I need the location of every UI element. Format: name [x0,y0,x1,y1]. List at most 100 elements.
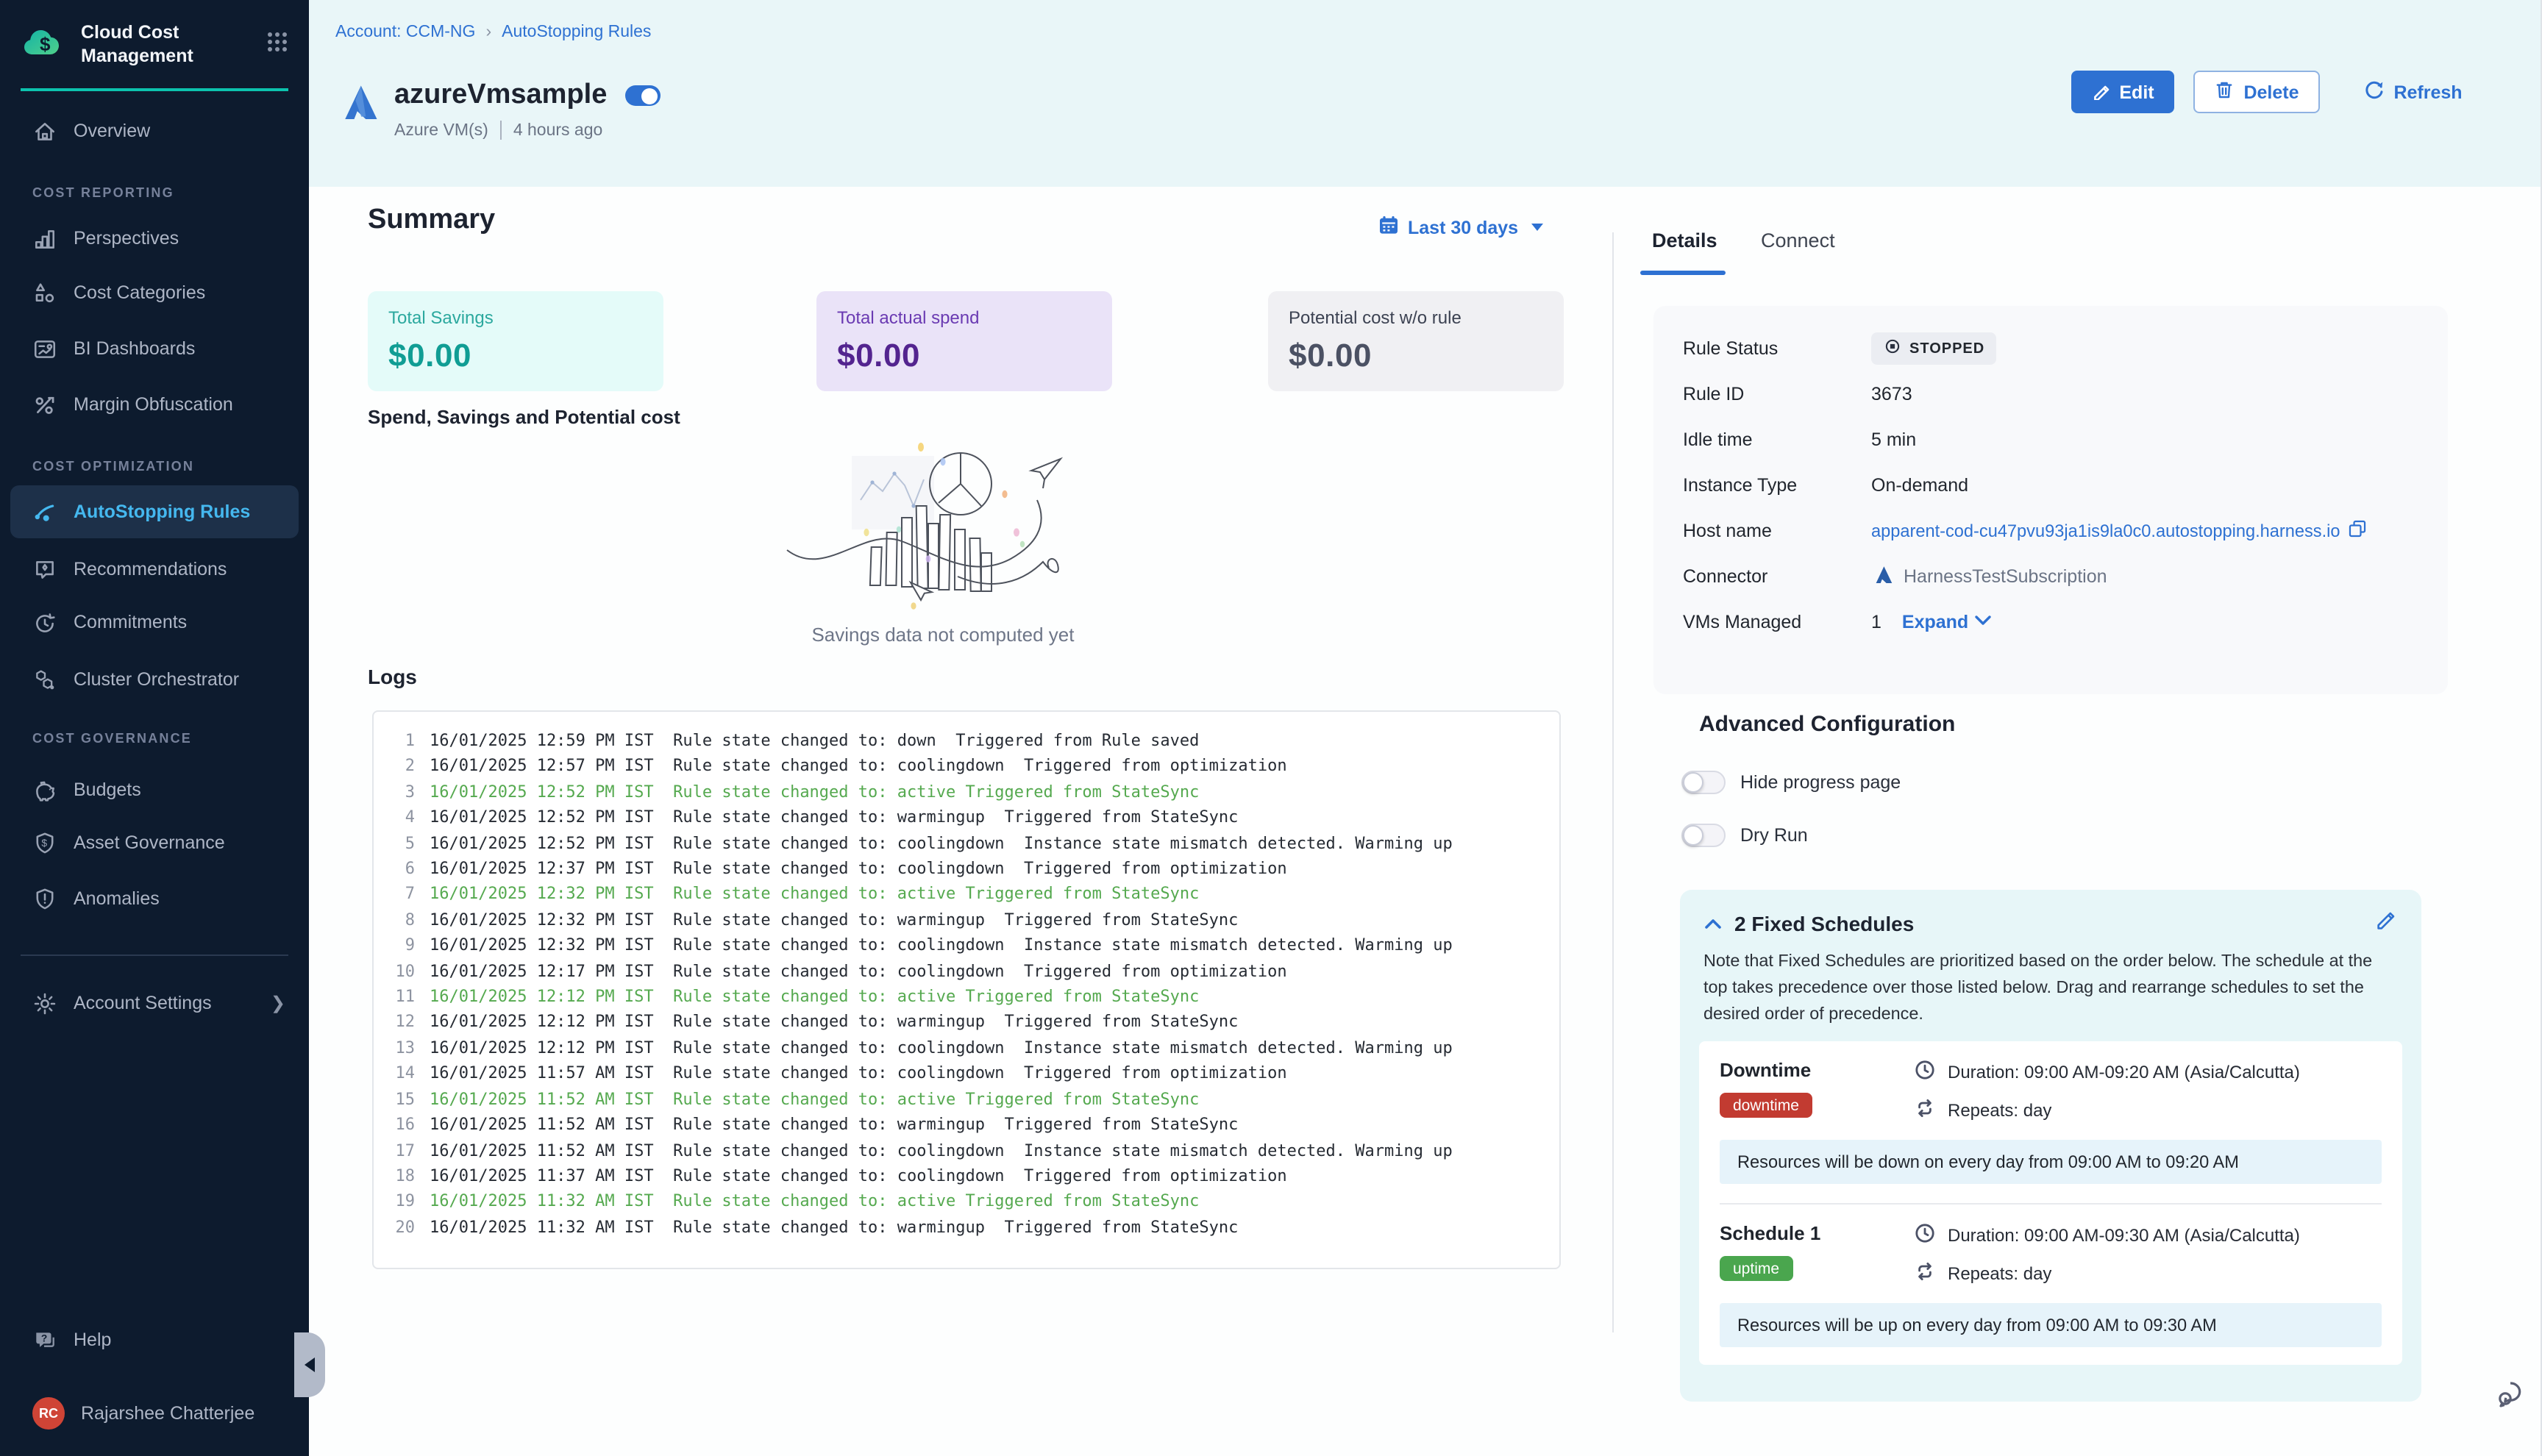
chevron-up-icon[interactable] [1703,912,1723,935]
edit-button[interactable]: Edit [2071,71,2174,113]
log-line: 1616/01/2025 11:52 AM IST Rule state cha… [388,1112,1551,1138]
cluster-icon [32,667,57,692]
chat-support-icon[interactable] [2495,1377,2530,1419]
sidebar-item-label: Perspectives [74,228,179,249]
sidebar-item-account-settings[interactable]: Account Settings ❯ [0,977,309,1029]
svg-text:$: $ [41,836,47,848]
shield-alert-icon [32,886,57,911]
card-label: Potential cost w/o rule [1289,307,1543,328]
idle-time-value: 5 min [1871,429,1916,450]
date-range-picker[interactable]: Last 30 days [1378,215,1543,240]
sidebar-collapse-button[interactable] [294,1332,325,1397]
breadcrumb-separator: › [485,24,491,41]
vms-managed-label: VMs Managed [1683,612,1871,632]
log-line: 2016/01/2025 11:32 AM IST Rule state cha… [388,1214,1551,1240]
home-icon [32,118,57,143]
sidebar-item-budgets[interactable]: Budgets [0,763,309,816]
rule-id-label: Rule ID [1683,384,1871,404]
sidebar-item-recommendations[interactable]: Recommendations [0,543,309,596]
sidebar-item-bi-dashboards[interactable]: BI Dashboards [0,322,309,375]
delete-button[interactable]: Delete [2193,71,2320,113]
clock-icon [1914,1223,1936,1249]
dry-run-toggle[interactable] [1681,824,1726,847]
schedule-item-uptime[interactable]: Schedule 1 uptime Duration: 09:00 AM-09:… [1720,1223,2382,1288]
repeat-icon [1914,1261,1936,1288]
uptime-badge: uptime [1720,1257,1792,1282]
app-title: Cloud Cost Management [81,23,253,69]
log-line: 1516/01/2025 11:52 AM IST Rule state cha… [388,1086,1551,1112]
hide-progress-toggle[interactable] [1681,771,1726,794]
card-label: Total actual spend [837,307,1092,328]
sidebar-item-perspectives[interactable]: Perspectives [0,212,309,265]
log-line: 1916/01/2025 11:32 AM IST Rule state cha… [388,1189,1551,1215]
help-chat-icon: ? [32,1327,57,1352]
potential-cost-card: Potential cost w/o rule $0.00 [1268,291,1564,391]
user-profile[interactable]: RC Rajarshee Chatterjee [0,1393,309,1434]
edit-schedules-icon[interactable] [2374,909,2398,940]
expand-vms-button[interactable]: Expand [1902,612,1992,632]
breadcrumb-account-link[interactable]: Account: CCM-NG [335,24,475,41]
expand-label: Expand [1902,612,1968,632]
empty-chart-message: Savings data not computed yet [752,624,1134,646]
sidebar-item-autostopping-rules[interactable]: AutoStopping Rules [10,485,299,538]
sidebar-item-label: BI Dashboards [74,338,195,359]
schedule-item-downtime[interactable]: Downtime downtime Duration: 09:00 AM-09:… [1720,1060,2382,1124]
toggle-label: Dry Run [1740,825,1808,846]
log-line: 416/01/2025 12:52 PM IST Rule state chan… [388,804,1551,830]
log-line: 116/01/2025 12:59 PM IST Rule state chan… [388,728,1551,754]
repeat-icon [1914,1098,1936,1124]
app-logo-row: $ Cloud Cost Management [0,15,309,76]
sidebar-item-label: Anomalies [74,888,160,909]
bar-chart-icon [32,226,57,251]
advanced-config-heading: Advanced Configuration [1699,712,1955,737]
trash-icon [2214,79,2235,104]
summary-heading: Summary [368,204,495,237]
log-line: 1716/01/2025 11:52 AM IST Rule state cha… [388,1138,1551,1163]
schedule-duration: Duration: 09:00 AM-09:30 AM (Asia/Calcut… [1948,1226,2300,1246]
delete-button-label: Delete [2243,82,2299,102]
spend-chart-title: Spend, Savings and Potential cost [368,406,680,428]
log-line: 816/01/2025 12:32 PM IST Rule state chan… [388,907,1551,933]
app-grid-icon[interactable] [266,31,288,60]
breadcrumb-section-link[interactable]: AutoStopping Rules [502,24,651,41]
content-vertical-divider [1612,232,1614,1332]
refresh-button[interactable]: Refresh [2354,71,2471,113]
section-label-cost-governance: COST GOVERNANCE [32,731,192,746]
copy-icon[interactable] [2348,519,2367,543]
recommendations-icon [32,557,57,582]
rule-enabled-toggle[interactable] [624,85,660,106]
instance-type-label: Instance Type [1683,475,1871,496]
breadcrumb: Account: CCM-NG › AutoStopping Rules [335,24,651,41]
azure-icon [335,79,380,140]
sidebar-item-help[interactable]: ? Help [0,1313,309,1366]
sidebar-item-cluster-orchestrator[interactable]: Cluster Orchestrator [0,653,309,706]
tab-connect[interactable]: Connect [1761,229,1835,251]
log-line: 316/01/2025 12:52 PM IST Rule state chan… [388,779,1551,805]
sidebar-item-anomalies[interactable]: Anomalies [0,872,309,925]
avatar: RC [32,1397,65,1430]
user-name: Rajarshee Chatterjee [81,1403,254,1424]
main-content: Account: CCM-NG › AutoStopping Rules azu… [309,0,2542,1456]
sidebar-item-cost-categories[interactable]: Cost Categories [0,266,309,319]
connector-label: Connector [1683,566,1871,587]
host-name-link[interactable]: apparent-cod-cu47pvu93ja1is9la0c0.autost… [1871,521,2340,541]
sidebar-item-asset-governance[interactable]: $ Asset Governance [0,816,309,869]
rule-id-value: 3673 [1871,384,1912,404]
sidebar-item-overview[interactable]: Overview [0,104,309,157]
tab-details[interactable]: Details [1652,229,1717,251]
subtitle-divider [500,121,502,140]
sidebar-item-label: Account Settings [74,993,212,1013]
brand-accent-divider [21,88,288,91]
schedule-repeats: Repeats: day [1948,1264,2051,1285]
details-card: Rule Status STOPPED Rule ID 3673 Idle ti… [1653,306,2448,694]
sidebar-item-commitments[interactable]: Commitments [0,596,309,649]
logs-panel[interactable]: 116/01/2025 12:59 PM IST Rule state chan… [372,710,1561,1269]
log-line: 1816/01/2025 11:37 AM IST Rule state cha… [388,1163,1551,1189]
card-value: $0.00 [1289,337,1543,375]
page-title: azureVmsample [394,79,607,112]
sidebar-item-label: Asset Governance [74,832,225,853]
sidebar-item-margin-obfuscation[interactable]: Margin Obfuscation [0,378,309,431]
sidebar-item-label: Cost Categories [74,282,205,303]
log-line: 216/01/2025 12:57 PM IST Rule state chan… [388,754,1551,779]
rule-title-block: azureVmsample Azure VM(s) 4 hours ago [335,79,660,140]
